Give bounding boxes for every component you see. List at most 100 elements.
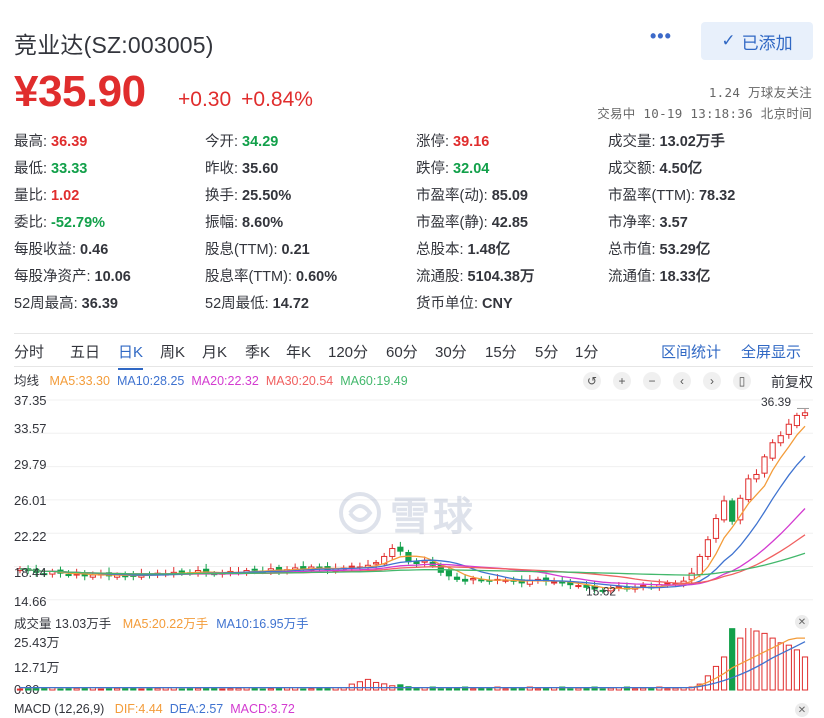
tab-10[interactable]: 15分: [485, 341, 517, 362]
tab-12[interactable]: 1分: [575, 341, 598, 362]
stat-value: 13.02万手: [659, 134, 725, 150]
ma-legend-item: MA60:19.49: [340, 374, 408, 388]
candle-body: [575, 585, 582, 588]
volume-bar: [502, 688, 509, 691]
stat-item: 涨停: 39.16: [416, 130, 489, 151]
candle-body: [785, 423, 792, 435]
candle-body: [348, 565, 355, 568]
stat-value: 25.50%: [242, 188, 292, 204]
adjust-mode-select[interactable]: 前复权: [771, 372, 813, 392]
volume-bar: [567, 688, 574, 691]
tab-8[interactable]: 60分: [386, 341, 418, 362]
stat-value: CNY: [482, 296, 513, 312]
candle-body: [389, 548, 396, 557]
stat-value: 53.29亿: [659, 242, 711, 258]
tab-7[interactable]: 120分: [328, 341, 368, 362]
tab-4[interactable]: 月K: [202, 341, 227, 362]
stat-label: 股息率(TTM):: [205, 269, 292, 285]
stat-value: 18.33亿: [659, 269, 711, 285]
volume-bar: [154, 687, 161, 691]
stat-value: 14.72: [272, 296, 309, 312]
added-watchlist-button[interactable]: ✓ 已添加: [701, 22, 813, 60]
tab-0[interactable]: 分时: [14, 341, 44, 362]
volume-bar: [356, 681, 363, 691]
snowball-logo-icon: [339, 492, 381, 534]
stat-label: 货币单位:: [416, 296, 479, 312]
tab-2[interactable]: 日K: [118, 341, 144, 370]
tab-5[interactable]: 季K: [245, 341, 270, 362]
tab-9[interactable]: 30分: [435, 341, 467, 362]
stat-item: 市盈率(静): 42.85: [416, 211, 528, 232]
stat-item: 52周最高: 36.39: [14, 292, 118, 313]
candle-body: [251, 568, 258, 571]
volume-bar: [607, 687, 614, 691]
stock-title: 竞业达(SZ:003005): [14, 32, 214, 58]
stat-label: 流通股:: [416, 269, 464, 285]
stat-label: 成交额:: [608, 161, 656, 177]
candle-body: [753, 473, 760, 480]
volume-bar: [575, 687, 582, 691]
volume-bar: [316, 687, 323, 691]
ma-legend: 均线 MA5:33.30 MA10:28.25 MA20:22.32 MA30:20.…: [14, 370, 415, 389]
more-menu-button[interactable]: •••: [650, 26, 672, 47]
range-stats-button[interactable]: 区间统计: [661, 341, 721, 362]
stat-value: 8.60%: [242, 215, 284, 231]
fullscreen-button[interactable]: 全屏显示: [741, 341, 801, 362]
scroll-left-icon[interactable]: ‹: [673, 372, 691, 390]
volume-bar: [105, 688, 113, 691]
stat-item: 最高: 36.39: [14, 130, 87, 151]
stat-value: 36.39: [51, 134, 88, 150]
zoom-in-icon[interactable]: +: [613, 372, 631, 390]
volume-bar: [33, 687, 40, 691]
stat-item: 52周最低: 14.72: [205, 292, 309, 313]
volume-bar: [41, 687, 48, 691]
candle-body: [65, 574, 72, 577]
volume-bar: [599, 688, 606, 691]
reset-icon[interactable]: ↺: [583, 372, 601, 390]
candle-body: [462, 578, 469, 582]
followers-count[interactable]: 1.24 万球友关注: [709, 82, 812, 101]
stat-label: 市盈率(动):: [416, 188, 488, 204]
candle-type-icon[interactable]: ▯: [733, 372, 751, 390]
zoom-out-icon[interactable]: −: [643, 372, 661, 390]
stat-item: 振幅: 8.60%: [205, 211, 283, 232]
stat-label: 52周最低:: [205, 296, 269, 312]
stat-item: 今开: 34.29: [205, 130, 278, 151]
scroll-right-icon[interactable]: ›: [703, 372, 721, 390]
chart-period-tabs: 分时 五日 日K 周K 月K 季K 年K 120分 60分 30分 15分 5分 1分 区间统计 全屏显示: [14, 333, 813, 370]
volume-bar: [57, 688, 64, 691]
stat-item: 总市值: 53.29亿: [608, 238, 710, 259]
macd-legend: MACD (12,26,9) DIF:4.44 DEA:2.57 MACD:3.72: [14, 702, 302, 716]
watermark-text: 雪球: [390, 495, 476, 539]
volume-bar: [801, 656, 809, 691]
volume-bar: [16, 688, 24, 691]
close-volume-icon[interactable]: ✕: [795, 615, 809, 629]
stat-item: 跌停: 32.04: [416, 157, 489, 178]
stat-value: 42.85: [491, 215, 528, 231]
xueqiu-watermark: 雪球: [338, 484, 476, 542]
volume-bar: [437, 688, 444, 691]
stat-item: 每股收益: 0.46: [14, 238, 108, 259]
ma-legend-item: MA10:28.25: [116, 374, 185, 388]
volume-bar: [146, 688, 153, 691]
tab-3[interactable]: 周K: [160, 341, 185, 362]
tab-11[interactable]: 5分: [535, 341, 558, 362]
tab-1[interactable]: 五日: [70, 341, 100, 362]
price-change: +0.30 +0.84%: [178, 88, 313, 112]
candle-body: [372, 562, 380, 565]
stat-label: 总股本:: [416, 242, 464, 258]
close-macd-icon[interactable]: ✕: [795, 703, 809, 717]
stat-item: 市净率: 3.57: [608, 211, 688, 232]
volume-bar: [81, 687, 88, 691]
stat-label: 最高:: [14, 134, 48, 150]
ma-title: 均线: [14, 374, 40, 388]
volume-ma5-line: [20, 637, 805, 689]
candle-body: [777, 435, 784, 444]
tab-6[interactable]: 年K: [286, 341, 311, 362]
volume-chart[interactable]: [14, 625, 813, 698]
stat-value: 32.04: [453, 161, 490, 177]
min-price-label: 15.62: [586, 585, 616, 599]
volume-bar: [97, 688, 105, 691]
stat-label: 量比:: [14, 188, 48, 204]
y-tick-label: 22.22: [14, 529, 47, 544]
